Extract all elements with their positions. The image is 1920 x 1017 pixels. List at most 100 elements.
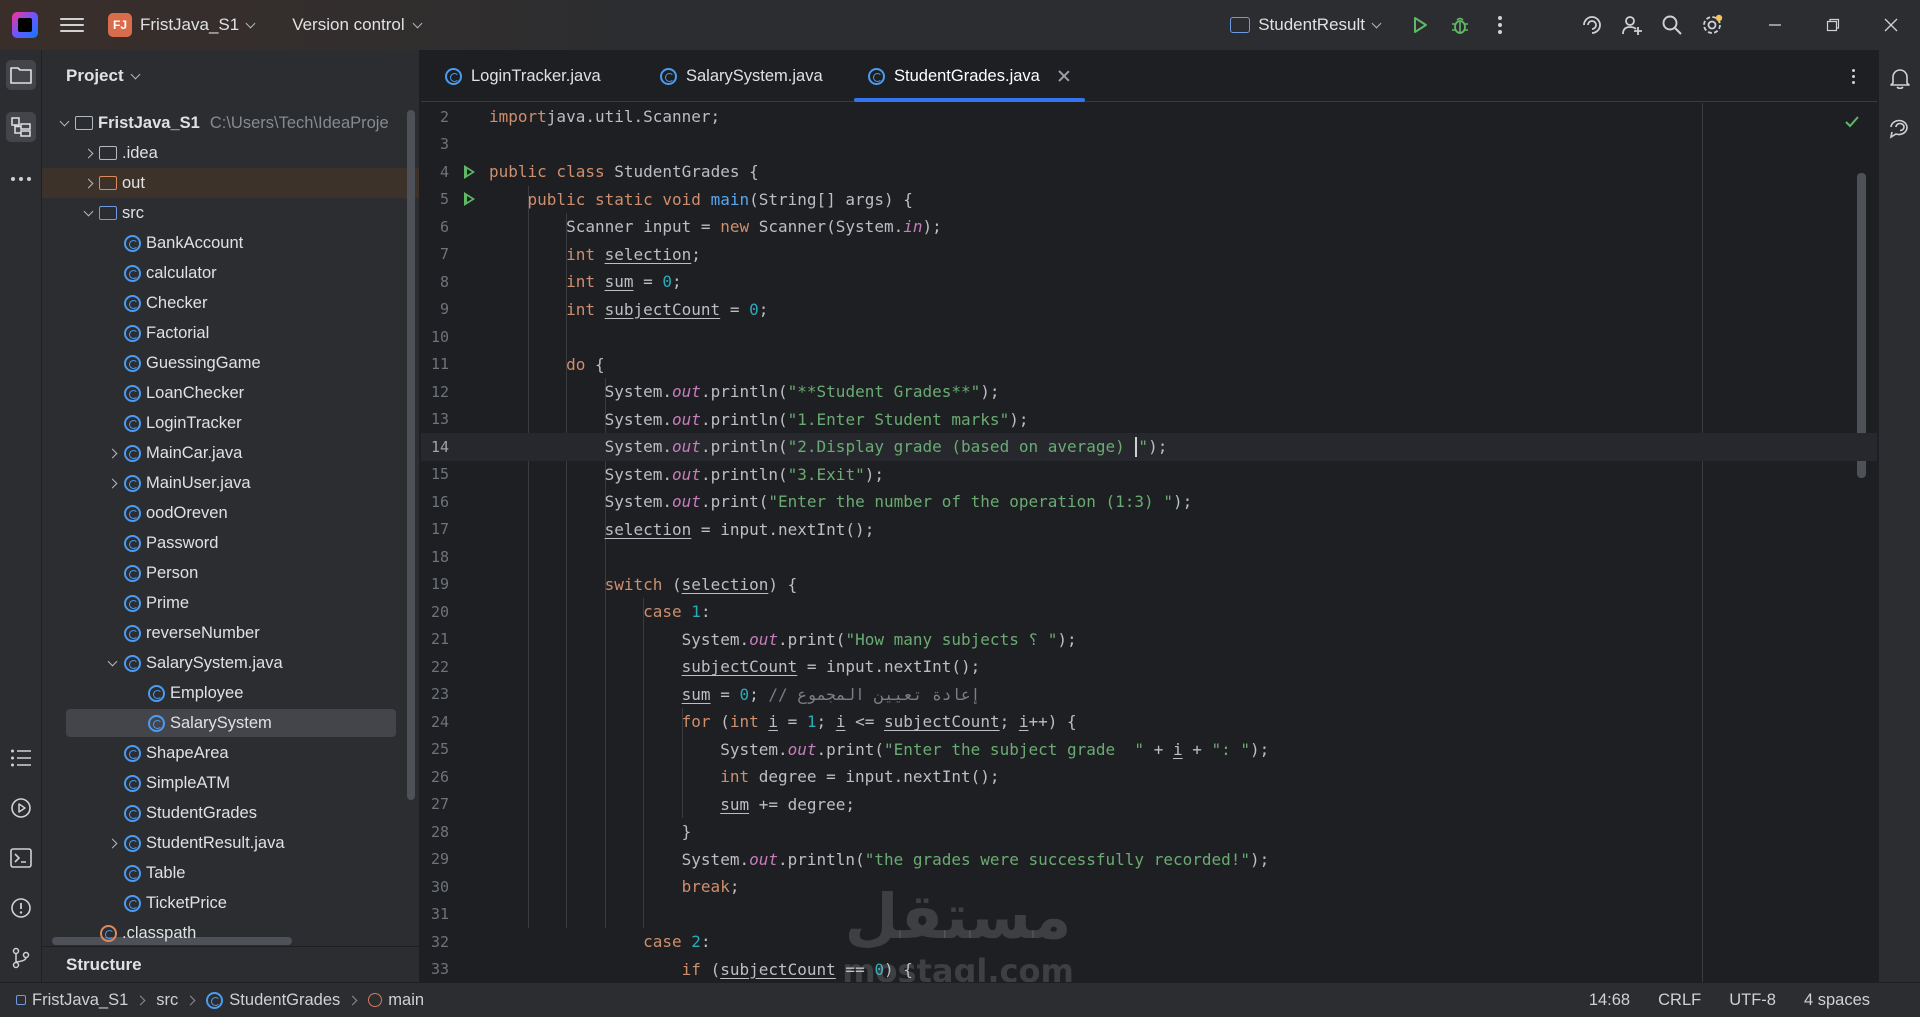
- tree-item[interactable]: BankAccount: [42, 228, 419, 258]
- code-line[interactable]: 28 }: [421, 818, 1877, 846]
- code-line[interactable]: 23 sum = 0; // إعادة تعيين المجموع: [421, 681, 1877, 709]
- code-line[interactable]: 31: [421, 901, 1877, 929]
- problems-tool-button[interactable]: [6, 893, 36, 923]
- code-line[interactable]: 33 if (subjectCount == 0) {: [421, 956, 1877, 983]
- code-line[interactable]: 14 System.out.println("2.Display grade (…: [421, 433, 1877, 461]
- close-window-button[interactable]: [1862, 0, 1920, 50]
- structure-tool-button[interactable]: [6, 112, 36, 142]
- code-line[interactable]: 8 int sum = 0;: [421, 268, 1877, 296]
- more-tools-button[interactable]: [6, 164, 36, 194]
- settings-button[interactable]: [1692, 5, 1732, 45]
- tree-item[interactable]: SimpleATM: [42, 768, 419, 798]
- tree-item[interactable]: src: [42, 198, 419, 228]
- run-gutter-icon[interactable]: [463, 192, 475, 207]
- tree-item[interactable]: .idea: [42, 138, 419, 168]
- project-tool-button[interactable]: [6, 60, 36, 90]
- tree-item[interactable]: StudentResult.java: [42, 828, 419, 858]
- restore-button[interactable]: [1804, 0, 1862, 50]
- expand-arrow-icon[interactable]: [102, 833, 122, 853]
- tree-item[interactable]: oodOreven: [42, 498, 419, 528]
- tree-item[interactable]: TicketPrice: [42, 888, 419, 918]
- main-menu-icon[interactable]: [60, 13, 84, 37]
- run-button[interactable]: [1400, 5, 1440, 45]
- run-gutter-icon[interactable]: [463, 164, 475, 179]
- breadcrumb-item[interactable]: main: [368, 991, 424, 1010]
- ai-assistant-button[interactable]: [1572, 5, 1612, 45]
- tree-item[interactable]: ShapeArea: [42, 738, 419, 768]
- run-configuration-selector[interactable]: StudentResult: [1230, 15, 1382, 35]
- git-tool-button[interactable]: [6, 943, 36, 973]
- expand-arrow-icon[interactable]: [102, 653, 122, 673]
- code-line[interactable]: 19 switch (selection) {: [421, 571, 1877, 599]
- code-editor[interactable]: 2 importjava.util.Scanner; 3 4 public class …: [421, 103, 1877, 982]
- code-line[interactable]: 30 break;: [421, 873, 1877, 901]
- code-line[interactable]: 4 public class StudentGrades {: [421, 158, 1877, 186]
- code-line[interactable]: 9 int subjectCount = 0;: [421, 296, 1877, 324]
- expand-arrow-icon[interactable]: [78, 143, 98, 163]
- tree-item[interactable]: Checker: [42, 288, 419, 318]
- tree-item[interactable]: MainCar.java: [42, 438, 419, 468]
- tree-item[interactable]: Password: [42, 528, 419, 558]
- code-line[interactable]: 10: [421, 323, 1877, 351]
- tab-actions-more-icon[interactable]: [1843, 66, 1863, 86]
- search-everywhere-button[interactable]: [1652, 5, 1692, 45]
- tree-root[interactable]: FristJava_S1 C:\Users\Tech\IdeaProje: [42, 108, 419, 138]
- code-line[interactable]: 27 sum += degree;: [421, 791, 1877, 819]
- expand-arrow-icon[interactable]: [78, 203, 98, 223]
- code-line[interactable]: 18: [421, 543, 1877, 571]
- code-line[interactable]: 17 selection = input.nextInt();: [421, 516, 1877, 544]
- code-line[interactable]: 32 case 2:: [421, 928, 1877, 956]
- tree-item[interactable]: LoanChecker: [42, 378, 419, 408]
- code-line[interactable]: 24 for (int i = 1; i <= subjectCount; i+…: [421, 708, 1877, 736]
- tree-item[interactable]: Table: [42, 858, 419, 888]
- intellij-logo-icon[interactable]: [12, 12, 38, 38]
- tab-salarysystem[interactable]: SalarySystem.java: [646, 50, 837, 102]
- line-separator[interactable]: CRLF: [1644, 991, 1715, 1010]
- more-actions-button[interactable]: [1480, 5, 1520, 45]
- code-line[interactable]: 21 System.out.print("How many subjects ؟…: [421, 626, 1877, 654]
- tab-studentgrades[interactable]: StudentGrades.java: [854, 50, 1085, 102]
- terminal-tool-button[interactable]: [6, 843, 36, 873]
- code-line[interactable]: 3: [421, 131, 1877, 159]
- tree-item[interactable]: Employee: [42, 678, 419, 708]
- code-line[interactable]: 26 int degree = input.nextInt();: [421, 763, 1877, 791]
- code-line[interactable]: 29 System.out.println("the grades were s…: [421, 846, 1877, 874]
- project-switcher[interactable]: FJ FristJava_S1: [108, 13, 256, 37]
- tree-item[interactable]: GuessingGame: [42, 348, 419, 378]
- tree-item[interactable]: SalarySystem: [42, 708, 419, 738]
- indent-settings[interactable]: 4 spaces: [1790, 991, 1920, 1010]
- expand-arrow-icon[interactable]: [102, 443, 122, 463]
- tree-item[interactable]: Prime: [42, 588, 419, 618]
- code-line[interactable]: 11 do {: [421, 351, 1877, 379]
- notifications-button[interactable]: [1885, 63, 1915, 93]
- gutter[interactable]: [449, 186, 489, 214]
- code-line[interactable]: 7 int selection;: [421, 241, 1877, 269]
- tree-item[interactable]: Factorial: [42, 318, 419, 348]
- gutter[interactable]: [449, 158, 489, 186]
- code-line[interactable]: 2 importjava.util.Scanner;: [421, 103, 1877, 131]
- version-control-menu[interactable]: Version control: [292, 15, 423, 35]
- code-line[interactable]: 12 System.out.println("**Student Grades*…: [421, 378, 1877, 406]
- code-line[interactable]: 25 System.out.print("Enter the subject g…: [421, 736, 1877, 764]
- breadcrumb-item[interactable]: StudentGrades: [206, 991, 340, 1010]
- structure-panel-header[interactable]: Structure: [42, 946, 419, 982]
- minimize-button[interactable]: [1746, 0, 1804, 50]
- expand-arrow-icon[interactable]: [102, 473, 122, 493]
- project-vertical-scrollbar[interactable]: [407, 110, 415, 800]
- tab-logintracker[interactable]: LoginTracker.java: [431, 50, 615, 102]
- caret-position[interactable]: 14:68: [1575, 991, 1644, 1010]
- code-line[interactable]: 15 System.out.println("3.Exit");: [421, 461, 1877, 489]
- code-line[interactable]: 22 subjectCount = input.nextInt();: [421, 653, 1877, 681]
- code-line[interactable]: 20 case 1:: [421, 598, 1877, 626]
- tree-item[interactable]: calculator: [42, 258, 419, 288]
- tree-item[interactable]: SalarySystem.java: [42, 648, 419, 678]
- tree-item[interactable]: StudentGrades: [42, 798, 419, 828]
- debug-button[interactable]: [1440, 5, 1480, 45]
- tree-item[interactable]: LoginTracker: [42, 408, 419, 438]
- breadcrumb-item[interactable]: src: [156, 991, 178, 1010]
- close-tab-icon[interactable]: [1057, 69, 1071, 83]
- breadcrumb-item[interactable]: FristJava_S1: [16, 991, 128, 1010]
- expand-arrow-icon[interactable]: [78, 173, 98, 193]
- file-encoding[interactable]: UTF-8: [1715, 991, 1790, 1010]
- tree-item[interactable]: MainUser.java: [42, 468, 419, 498]
